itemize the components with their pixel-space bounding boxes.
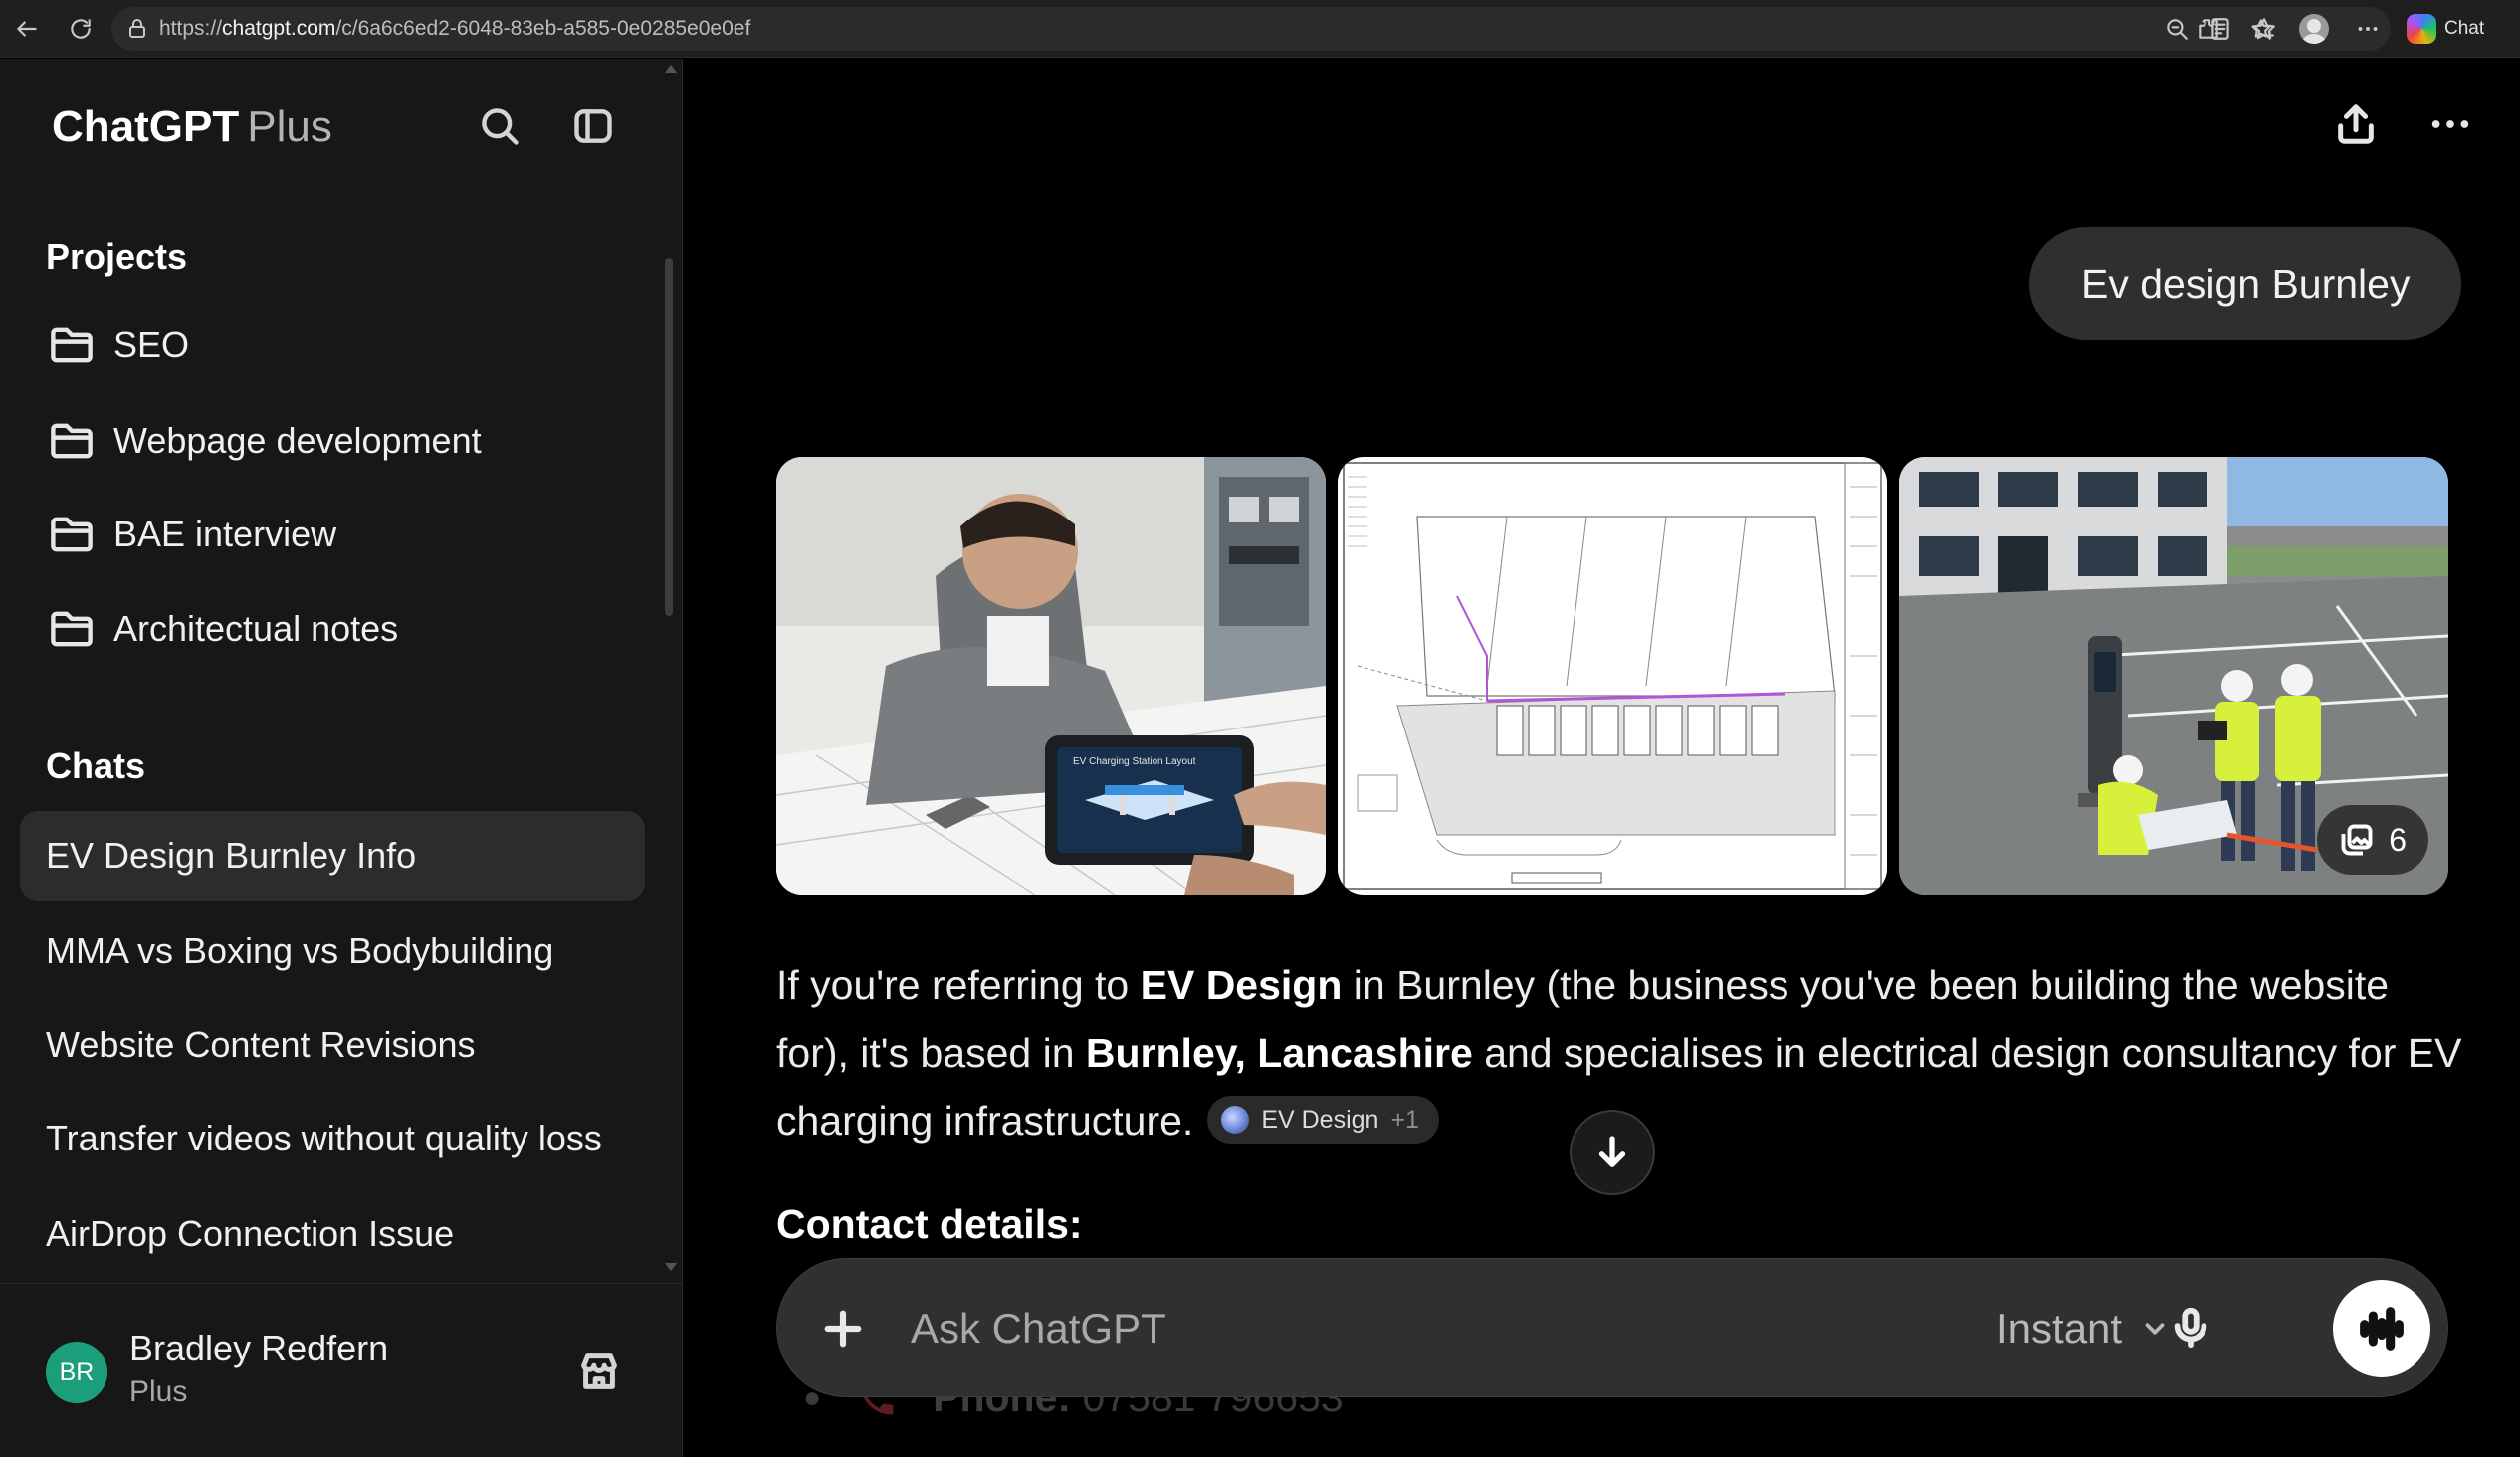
url-path: /c/6a6c6ed2-6048-83eb-a585-0e0285e0e0ef: [335, 17, 751, 40]
brand-title[interactable]: ChatGPT Plus: [52, 103, 332, 152]
search-chats-button[interactable]: [472, 99, 527, 154]
folder-icon: [48, 321, 96, 369]
result-image-site-workers[interactable]: 6: [1899, 457, 2448, 895]
copilot-chat-button[interactable]: Chat: [2407, 10, 2484, 48]
answer-bold: Burnley, Lancashire: [1085, 1030, 1473, 1076]
answer-text: If you're referring to: [776, 962, 1141, 1008]
project-item-webpage-development[interactable]: Webpage development: [20, 401, 645, 481]
refresh-icon[interactable]: [66, 14, 96, 44]
prompt-input[interactable]: [911, 1297, 1906, 1360]
images-icon: [2341, 824, 2373, 856]
globe-icon: [1221, 1106, 1250, 1135]
project-label: Architectual notes: [113, 608, 399, 649]
chats-heading: Chats: [46, 745, 146, 786]
lock-icon[interactable]: [125, 16, 151, 42]
browser-toolbar: https://chatgpt.com/c/6a6c6ed2-6048-83eb…: [0, 0, 2520, 58]
search-icon: [482, 108, 519, 145]
project-label: Webpage development: [113, 420, 482, 461]
model-selector[interactable]: Instant: [1996, 1297, 2170, 1360]
url-scheme: https://: [159, 17, 223, 40]
more-options-icon: [2431, 120, 2469, 128]
url-domain: chatgpt.com: [222, 17, 336, 40]
add-attachment-button[interactable]: [813, 1299, 873, 1358]
result-image-electrical-plan[interactable]: [1338, 457, 1887, 895]
chat-label: Website Content Revisions: [46, 1024, 476, 1065]
brand-plan: Plus: [247, 103, 332, 151]
chat-label: Transfer videos without quality loss: [46, 1118, 602, 1158]
more-options-icon[interactable]: [2353, 14, 2383, 44]
back-icon[interactable]: [12, 14, 42, 44]
sidebar-scrollbar[interactable]: [665, 258, 673, 616]
sidebar: ChatGPT Plus Projects SEO Webpage develop…: [0, 59, 683, 1457]
waveform-icon: [2360, 1307, 2404, 1351]
projects-heading: Projects: [46, 236, 188, 277]
user-message-bubble: Ev design Burnley: [2029, 227, 2462, 340]
chat-label: AirDrop Connection Issue: [46, 1213, 455, 1254]
zoom-icon[interactable]: [2162, 14, 2192, 44]
avatar[interactable]: BR: [46, 1342, 107, 1403]
scroll-up-arrow[interactable]: [665, 65, 677, 73]
user-plan: Plus: [129, 1375, 188, 1408]
more-images-count: 6: [2389, 821, 2407, 858]
address-bar[interactable]: https://chatgpt.com/c/6a6c6ed2-6048-83eb…: [111, 7, 2391, 51]
chat-item-airdrop-connection-issue[interactable]: AirDrop Connection Issue: [20, 1189, 645, 1279]
project-item-architectual-notes[interactable]: Architectual notes: [20, 589, 645, 669]
more-images-badge[interactable]: 6: [2317, 805, 2428, 875]
voice-mode-button[interactable]: [2333, 1280, 2430, 1377]
chat-item-mma-vs-boxing[interactable]: MMA vs Boxing vs Bodybuilding: [20, 907, 645, 996]
share-icon: [2338, 104, 2374, 144]
citation-label: EV Design: [1261, 1106, 1379, 1135]
answer-bold: EV Design: [1140, 962, 1343, 1008]
folder-icon: [48, 417, 96, 465]
share-button[interactable]: [2326, 95, 2386, 154]
arrow-down-icon: [1598, 1136, 1626, 1167]
chat-label: MMA vs Boxing vs Bodybuilding: [46, 931, 554, 971]
model-label: Instant: [1996, 1305, 2123, 1352]
chat-label: EV Design Burnley Info: [46, 835, 417, 876]
project-label: BAE interview: [113, 514, 337, 554]
folder-icon: [48, 511, 96, 558]
plus-icon: [824, 1310, 862, 1348]
dictate-button[interactable]: [2158, 1295, 2223, 1360]
project-label: SEO: [113, 324, 190, 365]
account-footer[interactable]: BR Bradley Redfern Plus: [0, 1283, 682, 1457]
scroll-down-arrow[interactable]: [665, 1263, 677, 1271]
project-item-seo[interactable]: SEO: [20, 306, 645, 385]
profile-avatar[interactable]: [2299, 14, 2329, 44]
scroll-to-bottom-button[interactable]: [1570, 1110, 1655, 1195]
brand-name: ChatGPT: [52, 103, 240, 151]
toggle-sidebar-button[interactable]: [565, 99, 621, 154]
copilot-label: Chat: [2444, 18, 2485, 39]
citation-chip[interactable]: EV Design +1: [1207, 1096, 1439, 1145]
sidebar-toggle-icon: [574, 109, 612, 143]
user-name: Bradley Redfern: [129, 1328, 389, 1368]
composer: Instant: [776, 1258, 2448, 1397]
result-image-engineer[interactable]: EV Charging Station Layout: [776, 457, 1326, 895]
project-item-bae-interview[interactable]: BAE interview: [20, 495, 645, 574]
svg-text:EV Charging Station Layout: EV Charging Station Layout: [1073, 756, 1196, 767]
folder-icon: [48, 605, 96, 653]
conversation-options-button[interactable]: [2420, 95, 2480, 154]
extensions-icon[interactable]: [2194, 14, 2223, 44]
copilot-icon: [2407, 14, 2436, 44]
conversation-panel: Ev design Burnley EV Charging Station La…: [684, 59, 2520, 1457]
store-icon: [581, 1353, 617, 1389]
url-text[interactable]: https://chatgpt.com/c/6a6c6ed2-6048-83eb…: [159, 17, 750, 41]
favorites-icon[interactable]: [2247, 14, 2277, 44]
contact-heading: Contact details:: [776, 1201, 1083, 1247]
gpts-store-button[interactable]: [571, 1344, 627, 1399]
citation-more-count: +1: [1390, 1106, 1419, 1135]
chat-item-ev-design-burnley-info[interactable]: EV Design Burnley Info: [20, 811, 645, 901]
chat-item-transfer-videos[interactable]: Transfer videos without quality loss: [20, 1094, 645, 1183]
microphone-icon: [2174, 1307, 2207, 1349]
chat-item-website-content-revisions[interactable]: Website Content Revisions: [20, 1000, 645, 1090]
